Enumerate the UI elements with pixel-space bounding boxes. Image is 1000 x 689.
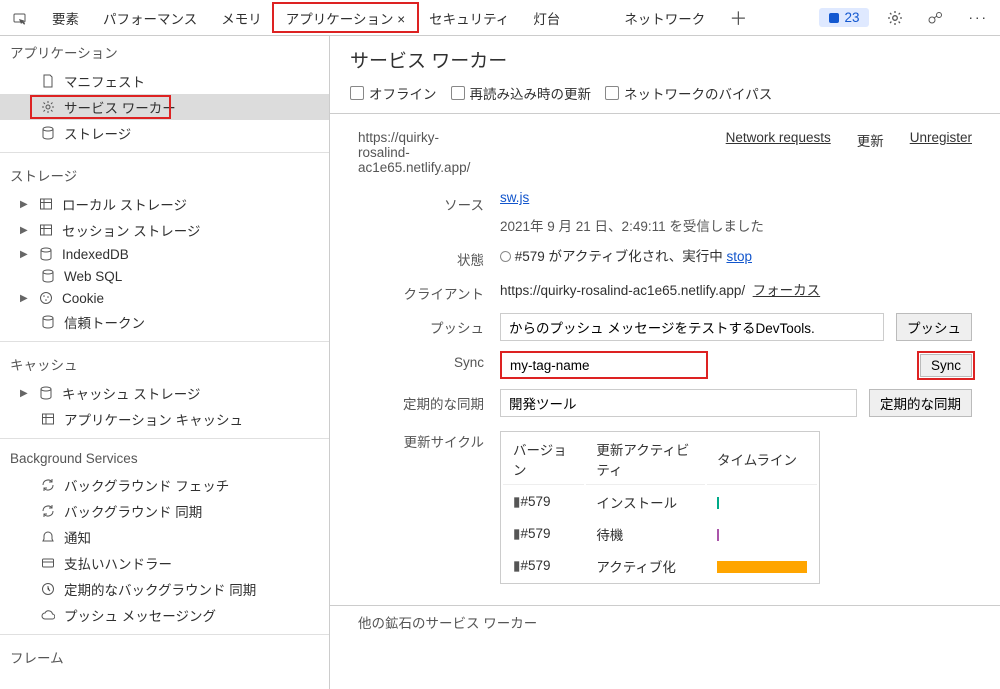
offline-checkbox[interactable]: オフライン [350,83,437,103]
tab-lighthouse[interactable]: 灯台 [521,0,572,35]
sidebar-item-payment-handler[interactable]: 支払いハンドラー [0,550,329,576]
file-icon [40,73,56,89]
push-button[interactable]: プッシュ [896,313,972,341]
sync-icon [40,503,56,519]
gear-icon [40,99,56,115]
sw-scope-url: https://quirky-rosalind-ac1e65.netlify.a… [358,130,470,175]
tab-application[interactable]: アプリケーション × [274,0,417,35]
update-link[interactable]: 更新 [857,130,884,150]
network-requests-link[interactable]: Network requests [726,130,831,150]
card-icon [40,555,56,571]
sidebar-item-trust-tokens[interactable]: 信頼トークン [0,309,329,335]
sidebar-item-bg-fetch[interactable]: バックグラウンド フェッチ [0,472,329,498]
sidebar-item-websql[interactable]: Web SQL [0,265,329,287]
table-icon [38,222,54,238]
push-label: プッシュ [358,313,500,337]
status-text: #579 がアクティブ化され、実行中 [515,249,723,264]
bypass-network-checkbox[interactable]: ネットワークのバイパス [605,83,772,103]
received-text: 2021年 9 月 21 日、2:49:11 を受信しました [500,215,972,235]
table-icon [40,411,56,427]
sidebar-item-app-cache[interactable]: アプリケーション キャッシュ [0,406,329,432]
periodic-button[interactable]: 定期的な同期 [869,389,972,417]
tab-network[interactable]: ネットワーク [612,0,717,35]
periodic-input[interactable] [500,389,857,417]
sync-button[interactable]: Sync [920,354,972,377]
tab-memory[interactable]: メモリ [209,0,274,35]
sidebar-item-periodic-sync[interactable]: 定期的なバックグラウンド 同期 [0,576,329,602]
cloud-icon [40,607,56,623]
sidebar-item-indexeddb[interactable]: ▶IndexedDB [0,243,329,265]
push-input[interactable] [500,313,884,341]
tab-performance[interactable]: パフォーマンス [91,0,209,35]
sidebar-item-notifications[interactable]: 通知 [0,524,329,550]
sidebar-item-local-storage[interactable]: ▶ローカル ストレージ [0,191,329,217]
cookie-icon [38,290,54,306]
sidebar-item-service-workers[interactable]: サービス ワーカー [0,94,329,120]
tab-security[interactable]: セキュリティ [417,0,521,35]
stop-link[interactable]: stop [726,249,752,264]
section-frames: フレーム [0,641,329,673]
unregister-link[interactable]: Unregister [910,130,972,150]
options-row: オフライン 再読み込み時の更新 ネットワークのバイパス [330,79,1000,114]
sync-label: Sync [358,351,500,370]
page-title: サービス ワーカー [330,36,1000,79]
more-icon[interactable]: ··· [957,10,1000,25]
table-row: ▮#579待機 [503,519,817,549]
sidebar-item-cookies[interactable]: ▶Cookie [0,287,329,309]
client-label: クライアント [358,279,500,303]
update-cycle-table: バージョン更新アクティビティタイムライン ▮#579インストール ▮#579待機… [500,431,820,584]
client-url: https://quirky-rosalind-ac1e65.netlify.a… [500,283,745,298]
other-sw-section: 他の鉱石のサービス ワーカー [330,605,1000,638]
source-link[interactable]: sw.js [500,190,529,205]
sidebar-item-bg-sync[interactable]: バックグラウンド 同期 [0,498,329,524]
table-row: ▮#579インストール [503,487,817,517]
activity-icon[interactable] [915,11,957,25]
sync-input[interactable] [500,351,708,379]
database-icon [40,125,56,141]
section-background-services: Background Services [0,445,329,472]
clock-icon [40,581,56,597]
gear-icon[interactable] [875,10,915,26]
sidebar-item-manifest[interactable]: マニフェスト [0,68,329,94]
issues-badge[interactable]: 23 [819,8,868,27]
sidebar-item-push-messaging[interactable]: プッシュ メッセージング [0,602,329,628]
database-icon [38,246,54,262]
toolbar: 要素 パフォーマンス メモリ アプリケーション × セキュリティ 灯台 ネットワ… [0,0,1000,36]
section-cache: キャッシュ [0,348,329,380]
inspect-icon[interactable] [0,0,40,35]
bell-icon [40,529,56,545]
source-label: ソース [358,190,500,214]
database-icon [40,314,56,330]
update-on-reload-checkbox[interactable]: 再読み込み時の更新 [451,83,592,103]
sidebar-item-storage[interactable]: ストレージ [0,120,329,146]
sync-icon [40,477,56,493]
focus-link[interactable]: フォーカス [753,283,821,298]
content-pane: サービス ワーカー オフライン 再読み込み時の更新 ネットワークのバイパス ht… [330,36,1000,689]
periodic-label: 定期的な同期 [358,389,500,413]
sidebar-item-session-storage[interactable]: ▶セッション ストレージ [0,217,329,243]
tab-elements[interactable]: 要素 [40,0,91,35]
section-application: アプリケーション [0,36,329,68]
sidebar-item-cache-storage[interactable]: ▶キャッシュ ストレージ [0,380,329,406]
database-icon [38,385,54,401]
database-icon [40,268,56,284]
table-icon [38,196,54,212]
section-storage: ストレージ [0,159,329,191]
cycle-label: 更新サイクル [358,427,500,451]
status-label: 状態 [358,245,500,269]
status-indicator-icon [500,251,511,262]
add-tab-icon[interactable]: ＋ [717,0,759,35]
table-row: ▮#579アクティブ化 [503,551,817,581]
sidebar: アプリケーション マニフェスト サービス ワーカー ストレージ ストレージ ▶ロ… [0,36,330,689]
